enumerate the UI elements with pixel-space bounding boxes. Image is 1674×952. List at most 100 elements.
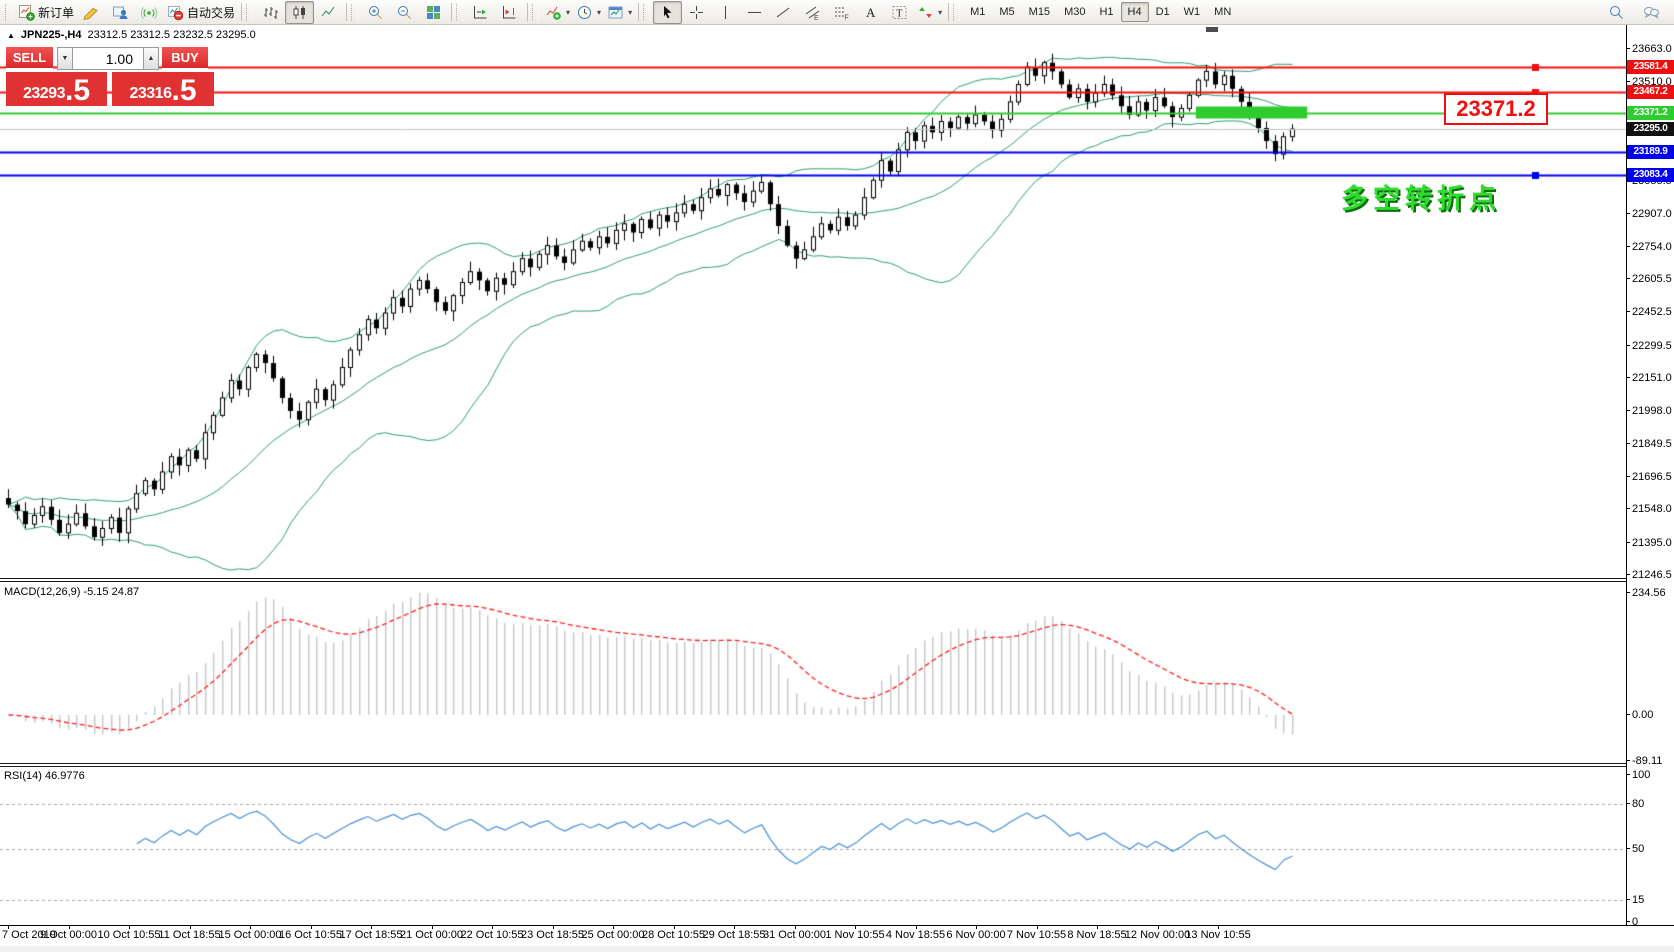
time-axis-tick	[976, 925, 977, 929]
cursor-button[interactable]	[653, 0, 683, 24]
pivot-annotation-text[interactable]: 多空转折点	[1341, 177, 1501, 216]
toolbar-grip[interactable]	[456, 3, 464, 21]
chart-shift-button[interactable]	[495, 1, 524, 24]
zoom-out-icon	[396, 4, 413, 21]
toolbar-grip[interactable]	[953, 3, 961, 21]
chart-scrollbar-thumb[interactable]	[1206, 27, 1218, 32]
periods-icon	[576, 4, 593, 21]
toolbar-separator	[527, 3, 529, 21]
price-axis-tick: 21548.0	[1626, 503, 1672, 516]
new-order-label: 新订单	[38, 5, 75, 20]
price-axis-tick: 23663.0	[1626, 43, 1672, 55]
toolbar-grip[interactable]	[351, 3, 359, 21]
metaeditor-button[interactable]	[77, 1, 106, 24]
rsi-scale-label: 100	[1625, 769, 1651, 781]
collapse-triangle-icon[interactable]: ▲	[7, 31, 15, 40]
macd-scale-label: 234.56	[1626, 587, 1666, 600]
periods-button[interactable]: ▾	[573, 1, 604, 24]
chevron-down-icon[interactable]: ▾	[566, 8, 570, 17]
chat-button[interactable]	[1637, 1, 1666, 24]
time-axis-tick	[492, 925, 493, 929]
time-axis-label: 29 Oct 18:55	[702, 929, 766, 941]
equidistant-channel-button[interactable]: E	[798, 1, 827, 24]
arrows-button[interactable]: ▾	[914, 1, 945, 24]
timeframe-h1-button[interactable]: H1	[1092, 2, 1120, 22]
chevron-down-icon[interactable]: ▾	[938, 8, 942, 17]
auto-trading-icon	[167, 4, 184, 21]
pane-separator[interactable]	[0, 581, 1626, 582]
timeframe-m1-button[interactable]: M1	[963, 2, 992, 22]
vertical-line-button[interactable]	[711, 1, 740, 24]
text-label-button[interactable]: T	[885, 1, 914, 24]
time-axis-label: 4 Nov 18:55	[885, 929, 946, 941]
time-axis-label: 15 Oct 00:00	[218, 929, 282, 941]
volume-decrease-button[interactable]: ▼	[57, 47, 73, 70]
price-level-badge: 23083.4	[1627, 168, 1674, 183]
pane-separator[interactable]	[0, 578, 1626, 579]
new-chart-icon	[112, 4, 129, 21]
sell-price-display[interactable]: 23293.5	[6, 72, 107, 106]
sell-button[interactable]: SELL	[6, 47, 53, 70]
time-axis-tick	[613, 925, 614, 929]
horizontal-line-button[interactable]	[740, 1, 769, 24]
time-axis-tick	[794, 925, 796, 929]
new-order-button[interactable]: 新订单	[15, 1, 77, 24]
chart-symbol-line[interactable]: ▲ JPN225-,H4 23312.5 23312.5 23232.5 232…	[7, 29, 256, 41]
zoom-out-button[interactable]	[390, 1, 419, 24]
macd-pane-canvas[interactable]	[0, 582, 1626, 763]
timeframe-m15-button[interactable]: M15	[1022, 2, 1057, 22]
bar-chart-button[interactable]	[256, 1, 285, 24]
time-axis-tick	[855, 925, 856, 929]
text-button[interactable]: A	[856, 1, 885, 24]
new-chart-button[interactable]	[106, 1, 135, 24]
templates-button[interactable]: ▾	[604, 1, 635, 24]
price-chart-canvas[interactable]	[0, 26, 1626, 578]
trendline-button[interactable]	[769, 1, 798, 24]
zoom-in-button[interactable]	[361, 1, 390, 24]
crosshair-button[interactable]	[682, 1, 711, 24]
line-chart-button[interactable]	[314, 1, 343, 24]
toolbar-grip[interactable]	[5, 3, 12, 21]
rsi-label: RSI(14) 46.9776	[4, 770, 85, 782]
timeframe-w1-button[interactable]: W1	[1177, 2, 1208, 22]
price-callout-label[interactable]: 23371.2	[1444, 93, 1548, 125]
search-button[interactable]	[1602, 1, 1631, 24]
trendline-icon	[775, 4, 792, 21]
timeframe-mn-button[interactable]: MN	[1207, 2, 1238, 22]
toolbar-right-group	[1602, 1, 1670, 24]
rsi-scale-label: 80	[1625, 798, 1645, 811]
pane-separator[interactable]	[0, 763, 1626, 764]
fibonacci-button[interactable]: F	[827, 1, 856, 24]
candlestick-chart-button[interactable]	[285, 0, 315, 24]
auto-scroll-button[interactable]	[466, 1, 495, 24]
chevron-down-icon[interactable]: ▾	[628, 8, 632, 17]
time-axis-label: 17 Oct 18:55	[339, 929, 403, 941]
signals-button[interactable]	[135, 1, 164, 24]
chevron-down-icon[interactable]: ▾	[597, 8, 601, 17]
pane-separator[interactable]	[0, 766, 1626, 767]
buy-button[interactable]: BUY	[162, 47, 208, 70]
auto-trading-button[interactable]: 自动交易	[164, 1, 238, 24]
price-axis-tick: 22605.5	[1626, 273, 1672, 286]
volume-increase-button[interactable]: ▲	[143, 47, 159, 70]
toolbar-separator	[948, 3, 950, 21]
buy-price-display[interactable]: 23316.5	[112, 72, 214, 106]
candlestick-chart-icon	[291, 4, 308, 21]
toolbar-grip[interactable]	[246, 3, 254, 21]
chart-shift-icon	[501, 4, 518, 21]
timeframe-m5-button[interactable]: M5	[992, 2, 1021, 22]
timeframe-d1-button[interactable]: D1	[1149, 2, 1177, 22]
sell-price-main: 23293	[22, 85, 66, 102]
tile-windows-button[interactable]	[419, 1, 448, 24]
timeframe-m30-button[interactable]: M30	[1057, 2, 1092, 22]
sell-price-frac: .5	[64, 74, 91, 107]
indicators-button[interactable]: ▾	[542, 1, 573, 24]
toolbar-grip[interactable]	[643, 3, 651, 21]
toolbar-grip[interactable]	[532, 3, 540, 21]
rsi-pane-canvas[interactable]	[0, 767, 1626, 925]
rsi-scale-label: 15	[1625, 893, 1645, 906]
timeframe-h4-button[interactable]: H4	[1120, 2, 1149, 22]
volume-input[interactable]: 1.00	[73, 47, 143, 70]
time-axis-label: 23 Oct 18:55	[521, 929, 584, 941]
time-axis-label: 11 Oct 18:55	[158, 929, 221, 941]
